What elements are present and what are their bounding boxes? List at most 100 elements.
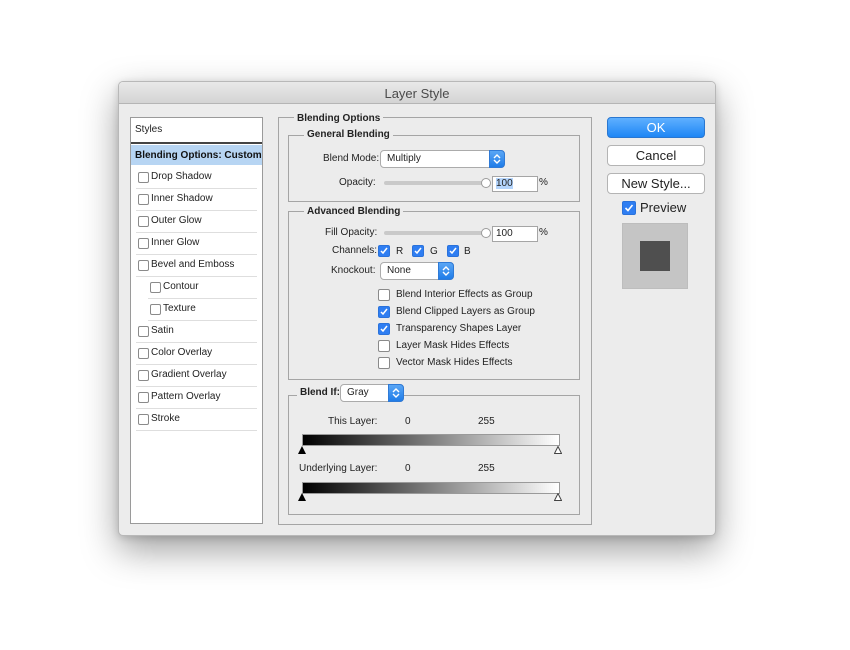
channel-r-checkbox[interactable] — [378, 245, 390, 257]
fill-opacity-field[interactable]: 100 — [492, 226, 538, 242]
color-overlay-checkbox[interactable] — [138, 348, 149, 359]
updown-arrows-icon — [438, 262, 454, 280]
channel-b-label: B — [464, 246, 471, 257]
preview-checkbox[interactable] — [622, 201, 636, 215]
preview-swatch — [622, 223, 688, 289]
outer-glow-checkbox[interactable] — [138, 216, 149, 227]
transparency-shapes-label: Transparency Shapes Layer — [396, 323, 522, 334]
pattern-overlay-label: Pattern Overlay — [151, 391, 221, 402]
knockout-dropdown[interactable]: None — [380, 262, 454, 280]
channels-label: Channels: — [332, 245, 378, 256]
updown-arrows-icon — [388, 384, 404, 402]
style-item-stroke[interactable]: Stroke — [136, 409, 257, 431]
drop-shadow-checkbox[interactable] — [138, 172, 149, 183]
styles-panel: Styles Blending Options: Custom Drop Sha… — [130, 117, 263, 524]
style-item-bevel-emboss[interactable]: Bevel and Emboss — [136, 255, 257, 277]
channel-r-label: R — [396, 246, 404, 257]
style-item-inner-glow[interactable]: Inner Glow — [136, 233, 257, 255]
underlying-layer-gradient — [302, 482, 560, 494]
knockout-label: Knockout: — [331, 265, 376, 276]
opacity-field[interactable]: 100 — [492, 176, 538, 192]
cancel-button[interactable]: Cancel — [607, 145, 705, 166]
blend-interior-label: Blend Interior Effects as Group — [396, 289, 533, 300]
vector-mask-label: Vector Mask Hides Effects — [396, 357, 513, 368]
texture-checkbox[interactable] — [150, 304, 161, 315]
opacity-slider-knob[interactable] — [481, 178, 491, 188]
this-layer-gradient — [302, 434, 560, 446]
style-item-inner-shadow[interactable]: Inner Shadow — [136, 189, 257, 211]
bevel-emboss-checkbox[interactable] — [138, 260, 149, 271]
underlying-layer-max: 255 — [478, 463, 495, 474]
gradient-overlay-checkbox[interactable] — [138, 370, 149, 381]
vector-mask-checkbox[interactable] — [378, 357, 390, 369]
fill-opacity-slider-track[interactable] — [384, 231, 485, 235]
style-item-outer-glow[interactable]: Outer Glow — [136, 211, 257, 233]
contour-checkbox[interactable] — [150, 282, 161, 293]
contour-label: Contour — [163, 281, 199, 292]
blend-interior-checkbox[interactable] — [378, 289, 390, 301]
blend-if-value: Gray — [347, 387, 369, 398]
layer-mask-label: Layer Mask Hides Effects — [396, 340, 510, 351]
preview-label: Preview — [640, 200, 687, 215]
blend-if-dropdown[interactable]: Gray — [340, 384, 404, 402]
channel-b-checkbox[interactable] — [447, 245, 459, 257]
fill-opacity-slider-knob[interactable] — [481, 228, 491, 238]
inner-shadow-label: Inner Shadow — [151, 193, 213, 204]
style-item-gradient-overlay[interactable]: Gradient Overlay — [136, 365, 257, 387]
style-item-color-overlay[interactable]: Color Overlay — [136, 343, 257, 365]
satin-checkbox[interactable] — [138, 326, 149, 337]
opacity-value: 100 — [496, 178, 513, 189]
opacity-percent: % — [539, 177, 548, 188]
this-layer-white-slider[interactable] — [554, 446, 562, 454]
gradient-overlay-label: Gradient Overlay — [151, 369, 227, 380]
updown-arrows-icon — [489, 150, 505, 168]
style-item-pattern-overlay[interactable]: Pattern Overlay — [136, 387, 257, 409]
opacity-slider-track[interactable] — [384, 181, 485, 185]
transparency-shapes-checkbox[interactable] — [378, 323, 390, 335]
blend-clipped-checkbox[interactable] — [378, 306, 390, 318]
underlying-layer-min: 0 — [405, 463, 411, 474]
ok-button[interactable]: OK — [607, 117, 705, 138]
this-layer-max: 255 — [478, 416, 495, 427]
style-item-drop-shadow[interactable]: Drop Shadow — [136, 167, 257, 189]
inner-glow-checkbox[interactable] — [138, 238, 149, 249]
pattern-overlay-checkbox[interactable] — [138, 392, 149, 403]
knockout-value: None — [387, 265, 411, 276]
blend-mode-dropdown[interactable]: Multiply — [380, 150, 505, 168]
style-item-satin[interactable]: Satin — [136, 321, 257, 343]
color-overlay-label: Color Overlay — [151, 347, 213, 358]
bevel-emboss-label: Bevel and Emboss — [151, 259, 235, 270]
layer-mask-checkbox[interactable] — [378, 340, 390, 352]
outer-glow-label: Outer Glow — [151, 215, 202, 226]
this-layer-min: 0 — [405, 416, 411, 427]
style-item-contour[interactable]: Contour — [148, 277, 257, 299]
this-layer-label: This Layer: — [328, 416, 378, 427]
blend-mode-value: Multiply — [387, 153, 421, 164]
fill-opacity-label: Fill Opacity: — [325, 227, 378, 238]
underlying-black-slider[interactable] — [298, 493, 306, 501]
new-style-button[interactable]: New Style... — [607, 173, 705, 194]
blending-options-item[interactable]: Blending Options: Custom — [131, 145, 262, 165]
channel-g-label: G — [430, 246, 438, 257]
inner-glow-label: Inner Glow — [151, 237, 200, 248]
blending-options-heading: Blending Options — [294, 113, 384, 124]
divider — [136, 430, 257, 431]
styles-header-label: Styles — [135, 124, 163, 135]
title-bar[interactable]: Layer Style — [119, 82, 715, 104]
channel-g-checkbox[interactable] — [412, 245, 424, 257]
texture-label: Texture — [163, 303, 196, 314]
preview-swatch-fill — [640, 241, 670, 271]
style-item-texture[interactable]: Texture — [148, 299, 257, 321]
blend-clipped-label: Blend Clipped Layers as Group — [396, 306, 535, 317]
stroke-checkbox[interactable] — [138, 414, 149, 425]
layer-style-dialog: Layer Style Styles Blending Options: Cus… — [118, 81, 716, 536]
drop-shadow-label: Drop Shadow — [151, 171, 212, 182]
opacity-label: Opacity: — [339, 177, 376, 188]
underlying-layer-label: Underlying Layer: — [299, 463, 378, 474]
underlying-white-slider[interactable] — [554, 493, 562, 501]
inner-shadow-checkbox[interactable] — [138, 194, 149, 205]
this-layer-black-slider[interactable] — [298, 446, 306, 454]
advanced-blending-heading: Advanced Blending — [304, 206, 404, 217]
styles-header[interactable]: Styles — [131, 118, 262, 144]
general-blending-heading: General Blending — [304, 129, 393, 140]
